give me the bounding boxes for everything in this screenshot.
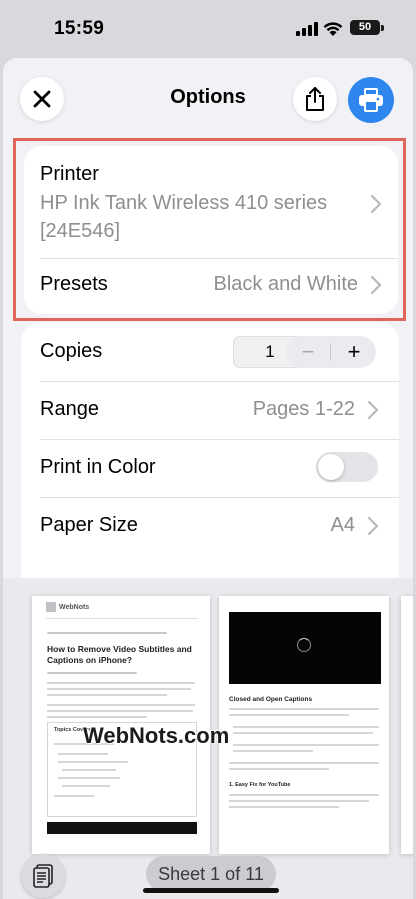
share-icon (306, 87, 324, 111)
print-in-color-row: Print in Color (21, 440, 399, 497)
preview-page-3[interactable] (401, 596, 413, 854)
print-preview-area[interactable]: WebNots How to Remove Video Subtitles an… (3, 578, 413, 899)
range-row[interactable]: Range Pages 1-22 (21, 382, 399, 439)
wifi-icon (323, 22, 343, 36)
page-section-heading: Closed and Open Captions (229, 696, 313, 703)
cellular-signal-icon (296, 22, 318, 36)
status-time: 15:59 (54, 18, 105, 39)
sheet-indicator: Sheet 1 of 11 (146, 856, 276, 892)
page-article-title: How to Remove Video Subtitles and Captio… (47, 644, 192, 665)
print-options-sheet: Options Printer HP Ink Tank Wireless 410… (3, 58, 413, 899)
loading-spinner-icon (297, 638, 311, 652)
printer-name-line1: HP Ink Tank Wireless 410 series (40, 192, 328, 214)
presets-row[interactable]: Presets Black and White (24, 259, 398, 314)
document-icon (33, 864, 53, 888)
video-strip (47, 822, 197, 834)
toggle-knob (318, 454, 344, 480)
video-frame (229, 612, 381, 684)
printer-icon (359, 88, 383, 112)
print-in-color-label: Print in Color (40, 456, 156, 478)
paper-size-label: Paper Size (40, 514, 138, 536)
copies-row: Copies 1 − + (21, 323, 399, 381)
chevron-right-icon (367, 400, 379, 420)
presets-value: Black and White (213, 273, 358, 295)
copies-label: Copies (40, 340, 103, 362)
paper-size-row[interactable]: Paper Size A4 (21, 498, 399, 555)
printer-card: Printer HP Ink Tank Wireless 410 series … (24, 146, 398, 314)
printer-name-line2: [24E546] (40, 220, 121, 242)
watermark: WebNots.com (83, 723, 230, 748)
preview-page-2[interactable]: Closed and Open Captions 1. Easy Fix for… (219, 596, 389, 854)
increment-button[interactable]: + (332, 336, 376, 368)
print-in-color-toggle[interactable] (316, 452, 378, 482)
print-settings-card: Copies 1 − + Range Pages 1-22 Print in C… (21, 323, 399, 593)
battery-cap (381, 25, 384, 31)
page-logo-text: WebNots (59, 604, 90, 611)
range-label: Range (40, 398, 99, 420)
stepper-separator (330, 343, 331, 361)
chevron-right-icon (370, 275, 382, 295)
decrement-button[interactable]: − (286, 336, 330, 368)
chevron-right-icon (367, 516, 379, 536)
sheet-header: Options (3, 58, 413, 138)
home-indicator[interactable] (143, 888, 279, 893)
presets-label: Presets (40, 273, 108, 295)
copies-stepper[interactable]: − + (286, 336, 376, 368)
page-subsection-heading: 1. Easy Fix for YouTube (229, 782, 291, 788)
chevron-right-icon (370, 194, 382, 214)
status-bar: 15:59 50 (0, 0, 416, 56)
document-button[interactable] (21, 854, 65, 898)
paper-size-value: A4 (330, 514, 355, 536)
range-value: Pages 1-22 (252, 398, 355, 420)
printer-row[interactable]: Printer HP Ink Tank Wireless 410 series … (24, 146, 398, 258)
battery-icon: 50 (350, 20, 380, 35)
printer-label: Printer (40, 163, 99, 185)
share-button[interactable] (293, 77, 337, 121)
print-button[interactable] (348, 77, 394, 123)
site-logo-icon (46, 602, 56, 612)
